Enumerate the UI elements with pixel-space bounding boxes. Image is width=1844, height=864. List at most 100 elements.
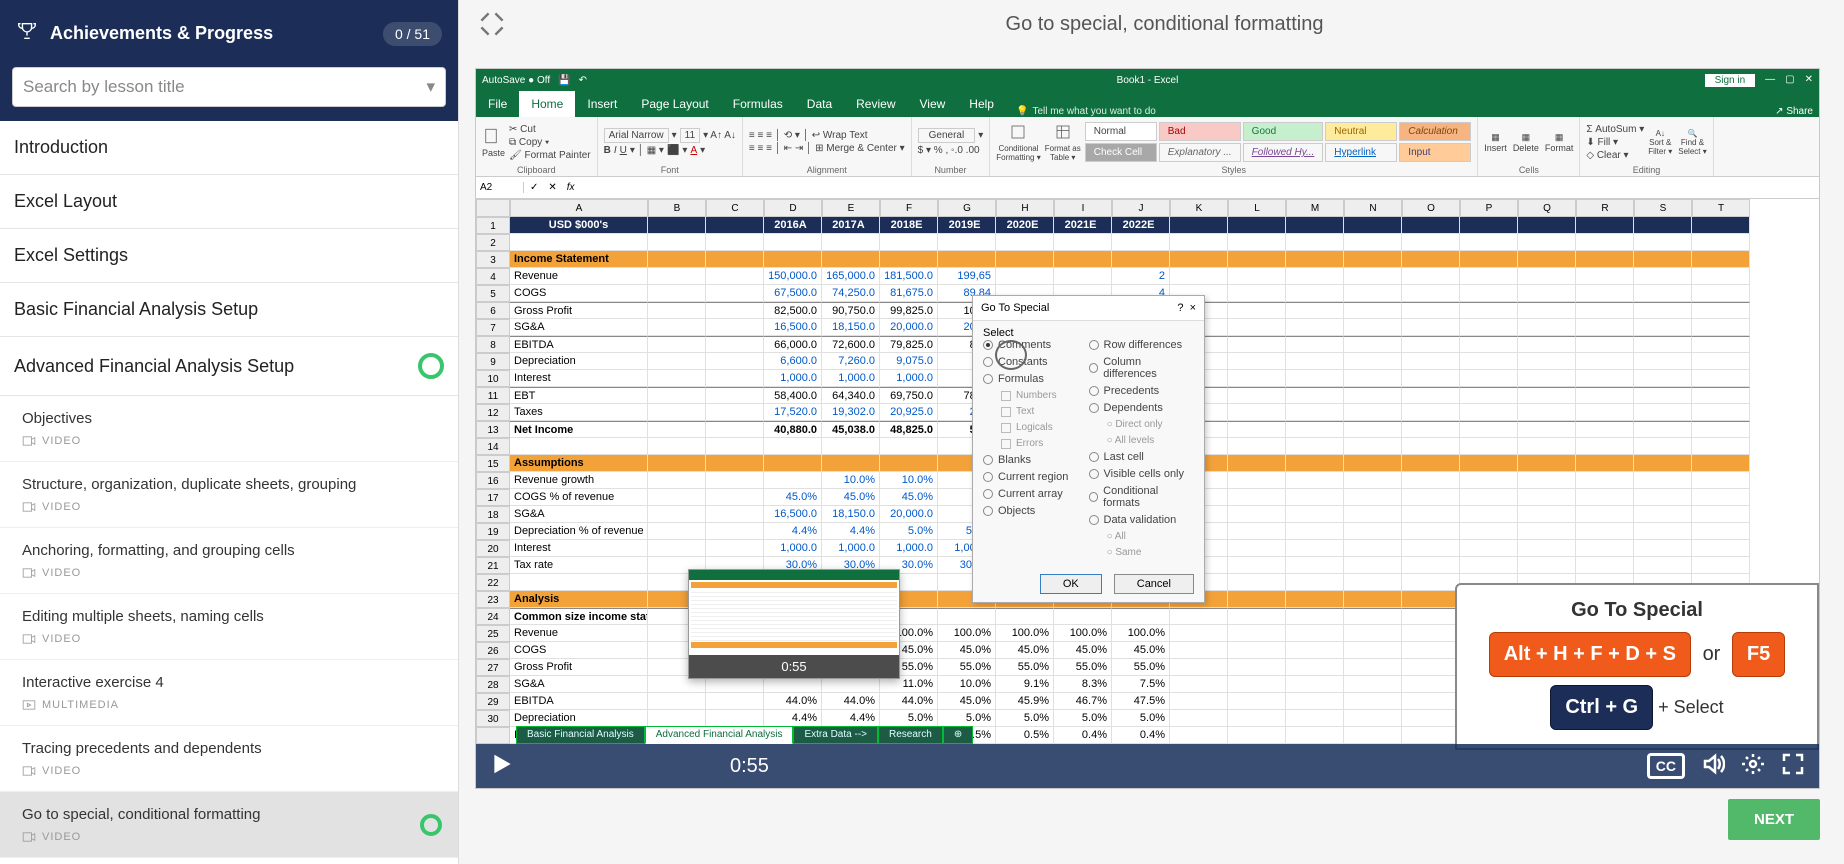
sidebar-item[interactable]: Editing multiple sheets, naming cellsVID… — [0, 594, 458, 660]
cell — [1634, 336, 1692, 353]
cell — [1518, 319, 1576, 336]
cell — [1402, 455, 1460, 472]
cell — [1344, 387, 1402, 404]
col-header: H — [996, 199, 1054, 217]
sidebar-item-title: Interactive exercise 4 — [22, 674, 438, 691]
cell — [1228, 370, 1286, 387]
settings-icon[interactable] — [1741, 752, 1765, 781]
cell: 55.0% — [996, 659, 1054, 676]
sidebar-section[interactable]: Introduction — [0, 121, 458, 175]
cell — [1112, 251, 1170, 268]
cell: 81,675.0 — [880, 285, 938, 302]
cell — [1228, 710, 1286, 727]
ribbon-group: Paste✂ Cut⧉ Copy ▾🖌 Format PainterClipbo… — [476, 117, 598, 176]
cell — [1402, 574, 1460, 591]
sidebar-section[interactable]: Basic Financial Analysis Setup — [0, 283, 458, 337]
col-header: P — [1460, 199, 1518, 217]
cell — [1286, 302, 1344, 319]
cell — [1634, 234, 1692, 251]
row-header: 5 — [476, 285, 510, 302]
cell — [764, 438, 822, 455]
cell: Revenue — [510, 625, 648, 642]
cell — [1228, 455, 1286, 472]
sidebar-item[interactable]: Interactive exercise 4 MULTIMEDIA — [0, 660, 458, 726]
cell: 45.0% — [880, 489, 938, 506]
cell — [1460, 370, 1518, 387]
sidebar-section[interactable]: Excel Layout — [0, 175, 458, 229]
cell: 4.4% — [822, 710, 880, 727]
format-icon: ▦Format — [1545, 132, 1574, 153]
radio-option: Conditional formats — [1089, 485, 1195, 509]
cell — [1344, 557, 1402, 574]
cell: 20,000.0 — [880, 506, 938, 523]
cell — [764, 472, 822, 489]
cell — [996, 234, 1054, 251]
cell: Net Income — [510, 421, 648, 438]
cell — [1228, 523, 1286, 540]
cell — [1576, 217, 1634, 234]
cell: 45.9% — [996, 693, 1054, 710]
cell — [822, 251, 880, 268]
cell — [1286, 387, 1344, 404]
sidebar-section[interactable]: Excel Settings — [0, 229, 458, 283]
sidebar-item[interactable]: ObjectivesVIDEO — [0, 396, 458, 462]
cell: 18,150.0 — [822, 319, 880, 336]
volume-icon[interactable] — [1701, 752, 1725, 781]
cell — [1344, 234, 1402, 251]
cell — [1692, 506, 1750, 523]
fullscreen-icon[interactable] — [479, 11, 505, 37]
cell — [1170, 268, 1228, 285]
cell — [1228, 693, 1286, 710]
cell — [1402, 591, 1460, 608]
col-header: Q — [1518, 199, 1576, 217]
cell — [1518, 557, 1576, 574]
cell — [1286, 642, 1344, 659]
play-button[interactable] — [490, 753, 512, 780]
radio-option: Row differences — [1089, 339, 1195, 351]
cell: 64,340.0 — [822, 387, 880, 404]
sidebar-item[interactable]: Go to special, conditional formattingVID… — [0, 792, 458, 858]
cell: 10.0% — [938, 676, 996, 693]
cell: 4.4% — [822, 523, 880, 540]
main-topbar: Go to special, conditional formatting — [459, 0, 1844, 48]
radio-option: Column differences — [1089, 356, 1195, 380]
cell — [1344, 693, 1402, 710]
fullscreen-button[interactable] — [1781, 752, 1805, 781]
cell — [1228, 336, 1286, 353]
cell: Revenue — [510, 268, 648, 285]
radio-option: Blanks — [983, 454, 1089, 466]
radio-option: Data validation — [1089, 514, 1195, 526]
sidebar-item[interactable]: Anchoring, formatting, and grouping cell… — [0, 528, 458, 594]
video-player[interactable]: AutoSave ● Off 💾 ↶ Book1 - Excel Sign in… — [475, 68, 1820, 789]
sidebar-section-open[interactable]: Advanced Financial Analysis Setup — [0, 337, 458, 396]
captions-button[interactable]: CC — [1647, 753, 1685, 779]
sidebar-item-type: MULTIMEDIA — [22, 699, 438, 711]
next-button[interactable]: NEXT — [1728, 799, 1820, 840]
style-pill: Followed Hy... — [1243, 143, 1324, 162]
cell — [764, 234, 822, 251]
sidebar-item-title: Editing multiple sheets, naming cells — [22, 608, 438, 625]
cell — [1228, 506, 1286, 523]
thumb-time: 0:55 — [689, 655, 899, 678]
paste-icon: Paste — [482, 127, 505, 158]
cell: 150,000.0 — [764, 268, 822, 285]
sidebar-item[interactable]: Tracing precedents and dependentsVIDEO — [0, 726, 458, 792]
ribbon-group: General ▾$ ▾ % , ◦.0 .00Number — [912, 117, 991, 176]
cell — [1286, 659, 1344, 676]
cell — [1228, 489, 1286, 506]
cell: 2018E — [880, 217, 938, 234]
cell — [938, 608, 996, 625]
cell — [1112, 234, 1170, 251]
cell — [1634, 438, 1692, 455]
row-header: 17 — [476, 489, 510, 506]
search-input[interactable]: Search by lesson title ▾ — [12, 67, 446, 107]
cell: 45,038.0 — [822, 421, 880, 438]
sidebar-item[interactable]: Structure, organization, duplicate sheet… — [0, 462, 458, 528]
cell — [1286, 540, 1344, 557]
cell — [1518, 336, 1576, 353]
cell — [822, 234, 880, 251]
excel-tab: Help — [957, 91, 1006, 117]
cell — [510, 438, 648, 455]
cell — [996, 268, 1054, 285]
cell — [1576, 506, 1634, 523]
